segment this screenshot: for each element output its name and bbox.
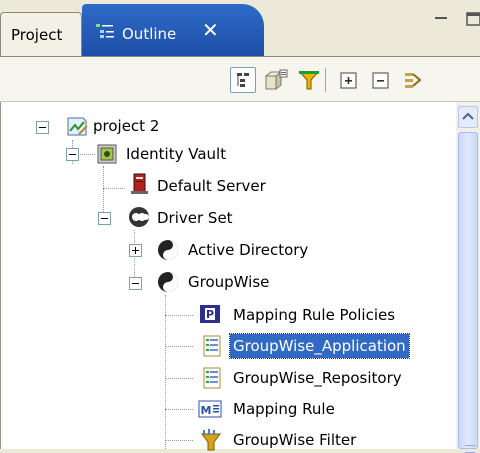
project-icon (67, 117, 88, 136)
vertical-scrollbar[interactable] (456, 102, 480, 453)
scrollbar-thumb[interactable] (458, 132, 478, 453)
svg-text:M: M (201, 404, 212, 417)
tree-item-label: Identity Vault (126, 145, 227, 163)
server-icon (131, 173, 148, 194)
scroll-up-button[interactable] (458, 106, 478, 128)
minimize-icon[interactable] (435, 17, 447, 19)
toolbar-separator (325, 68, 326, 92)
mapping-rule-icon: M (198, 400, 222, 418)
expand-all-icon (340, 72, 357, 89)
expand-all-button[interactable] (336, 67, 362, 93)
tree-item-label: GroupWise Filter (233, 431, 357, 449)
view-tab-strip: Project Outline ✕ (0, 0, 480, 56)
tab-project[interactable]: Project (0, 12, 82, 56)
tree-item-label: Mapping Rule Policies (233, 306, 396, 324)
link-button[interactable] (400, 67, 426, 93)
driver-icon (158, 272, 178, 292)
tree-item-label: Active Directory (188, 241, 309, 259)
tree-item-label: Default Server (157, 177, 266, 195)
tree-item-label: Driver Set (157, 209, 233, 227)
outline-toolbar (0, 56, 480, 102)
outline-tree[interactable]: project 2 Identity Vault Default Server … (0, 102, 480, 451)
close-icon[interactable]: ✕ (202, 20, 219, 40)
tree-connector (165, 346, 193, 347)
tree-connector (165, 409, 193, 410)
collapse-toggle[interactable] (98, 212, 111, 225)
outline-icon (96, 24, 114, 38)
tree-item-label: GroupWise_Repository (233, 369, 402, 387)
expand-toggle[interactable] (129, 244, 142, 257)
show-properties-icon (264, 69, 288, 91)
driver-set-icon (129, 207, 149, 227)
tree-item-label-selected: GroupWise_Application (229, 333, 410, 359)
policy-icon: P (200, 305, 220, 323)
tree-connector (103, 188, 125, 189)
tree-item-label: GroupWise (188, 273, 270, 291)
tree-item-label: Mapping Rule (233, 400, 335, 418)
hierarchy-icon (237, 73, 249, 87)
show-properties-button[interactable] (263, 67, 289, 93)
collapse-toggle[interactable] (129, 277, 142, 290)
collapse-toggle[interactable] (66, 148, 79, 161)
driver-icon (158, 240, 178, 260)
window-controls (435, 12, 480, 26)
filter-icon (298, 71, 320, 90)
collapse-all-button[interactable] (368, 67, 394, 93)
tree-connector (165, 315, 193, 316)
collapse-all-icon (372, 72, 389, 89)
maximize-icon[interactable] (466, 12, 480, 26)
object-icon (203, 335, 221, 357)
tree-item-label: project 2 (93, 117, 160, 135)
svg-text:P: P (206, 308, 214, 321)
hierarchy-button[interactable] (230, 67, 256, 93)
scrollbar-grip (465, 445, 475, 453)
tab-outline[interactable]: Outline ✕ (82, 4, 264, 56)
tree-connector (103, 166, 104, 218)
tree-connector (165, 295, 166, 449)
filter-icon (201, 429, 221, 451)
tree-connector (165, 378, 193, 379)
chevron-up-icon (462, 112, 474, 120)
filter-button[interactable] (296, 67, 322, 93)
object-icon (203, 367, 221, 389)
tab-project-label: Project (11, 26, 63, 44)
tree-connector (165, 440, 193, 441)
collapse-toggle[interactable] (36, 121, 49, 134)
identity-vault-icon (97, 144, 117, 164)
link-icon (405, 73, 422, 88)
tab-outline-label: Outline (122, 25, 177, 43)
